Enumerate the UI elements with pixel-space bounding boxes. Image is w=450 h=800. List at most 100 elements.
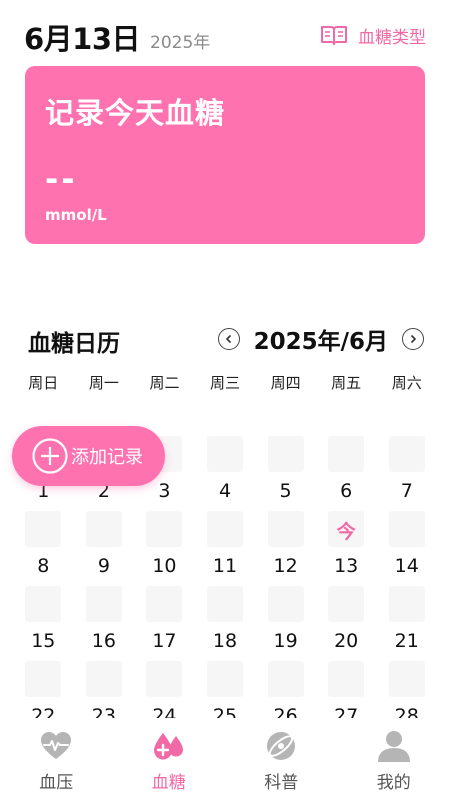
day-record-box[interactable] (25, 661, 62, 697)
calendar-header: 血糖日历 2025年/6月 (28, 322, 424, 357)
day-record-box[interactable] (85, 586, 122, 622)
calendar-day[interactable]: 21 (376, 586, 437, 661)
record-today-card[interactable]: 记录今天血糖 -- mmol/L (25, 66, 425, 244)
tab-label: 血糖 (151, 773, 186, 793)
today-marker: 今 (336, 521, 356, 543)
day-number: 12 (273, 555, 298, 577)
day-number: 21 (394, 630, 419, 652)
day-record-box[interactable] (328, 586, 365, 622)
day-number: 4 (218, 480, 232, 502)
chevron-left-icon (225, 334, 231, 344)
tab-science[interactable]: 科普 (225, 718, 338, 800)
glucose-type-button[interactable]: 血糖类型 (320, 20, 426, 50)
day-record-box[interactable] (85, 511, 122, 547)
calendar-day[interactable]: 8 (13, 511, 74, 586)
calendar-day[interactable]: 19 (255, 586, 316, 661)
bottom-tab-bar: 血压 血糖 科普 我的 (0, 718, 450, 800)
day-record-box[interactable] (25, 586, 62, 622)
add-record-label: 添加记录 (71, 447, 143, 468)
day-record-box[interactable] (207, 511, 244, 547)
weekday-label: 周五 (331, 374, 362, 392)
current-date: 6月13日 (24, 22, 141, 56)
day-record-box[interactable] (388, 586, 425, 622)
tab-label: 我的 (376, 773, 411, 793)
calendar-day[interactable]: 18 (195, 586, 256, 661)
day-record-box[interactable] (146, 511, 183, 547)
day-record-box[interactable] (267, 586, 304, 622)
weekday-label: 周三 (210, 374, 241, 392)
prev-month-button[interactable] (217, 328, 240, 350)
day-number: 18 (212, 630, 238, 652)
day-number: 16 (91, 630, 116, 652)
day-record-box[interactable] (388, 511, 425, 547)
calendar-day[interactable]: 15 (13, 586, 74, 661)
day-record-box[interactable] (25, 511, 62, 547)
calendar-day[interactable]: 11 (195, 511, 256, 586)
day-record-box[interactable] (267, 511, 304, 547)
calendar-title: 血糖日历 (28, 331, 120, 357)
next-month-button[interactable] (402, 328, 424, 350)
day-number: 7 (400, 480, 413, 502)
calendar-week-row: 8 9 10 11 12 今 13 14 (13, 511, 437, 586)
science-orbit-icon (267, 732, 296, 760)
calendar-day[interactable]: 今 13 (316, 511, 377, 586)
tab-blood-pressure[interactable]: 血压 (0, 718, 113, 800)
weekday-row: 周日 周一 周二 周三 周四 周五 周六 (13, 372, 437, 393)
day-record-box[interactable] (267, 436, 304, 472)
calendar-day[interactable]: 6 (316, 436, 377, 511)
plus-circle-icon (32, 438, 68, 474)
day-record-box[interactable] (207, 661, 244, 697)
day-number: 9 (97, 555, 110, 577)
weekday-label: 周一 (88, 374, 119, 392)
calendar-day[interactable]: 10 (134, 511, 195, 586)
calendar-day[interactable]: 7 (376, 436, 437, 511)
weekday-label: 周四 (270, 374, 301, 392)
day-record-box[interactable] (267, 661, 304, 697)
calendar-day[interactable]: 5 (255, 436, 316, 511)
day-number: 10 (152, 555, 177, 577)
weekday-label: 周二 (149, 374, 180, 392)
calendar-day[interactable]: 12 (255, 511, 316, 586)
heart-pulse-icon (41, 732, 72, 759)
calendar-day[interactable]: 14 (376, 511, 437, 586)
blood-drop-icon (153, 733, 183, 760)
day-record-box[interactable] (146, 586, 183, 622)
glucose-value: -- (45, 160, 78, 198)
calendar-day[interactable]: 16 (74, 586, 135, 661)
day-number: 14 (394, 555, 419, 577)
book-icon (321, 26, 347, 45)
day-record-box[interactable] (328, 436, 365, 472)
day-number: 17 (152, 630, 177, 652)
calendar-day[interactable]: 4 (195, 436, 256, 511)
tab-label: 血压 (39, 773, 74, 793)
calendar-day[interactable]: 20 (316, 586, 377, 661)
user-icon (377, 731, 410, 762)
day-record-box[interactable] (388, 661, 425, 697)
day-number: 5 (279, 480, 292, 502)
day-number: 11 (212, 555, 238, 577)
calendar-day[interactable]: 17 (134, 586, 195, 661)
chevron-right-icon (410, 334, 417, 344)
day-record-box[interactable] (388, 436, 425, 472)
day-number: 13 (334, 555, 359, 577)
month-navigator: 2025年/6月 (217, 322, 424, 356)
day-record-box[interactable] (207, 436, 244, 472)
glucose-type-label: 血糖类型 (358, 27, 426, 48)
card-title: 记录今天血糖 (45, 96, 226, 130)
month-label: 2025年/6月 (253, 329, 388, 355)
tab-profile[interactable]: 我的 (338, 718, 450, 800)
day-number: 6 (340, 480, 353, 502)
tab-label: 科普 (264, 773, 299, 793)
header: 6月13日 2025年 血糖类型 (24, 14, 426, 56)
glucose-unit: mmol/L (45, 206, 107, 224)
day-record-box[interactable] (328, 661, 365, 697)
day-record-box[interactable] (85, 661, 122, 697)
day-record-box[interactable] (146, 661, 183, 697)
calendar-week-row: 15 16 17 18 19 20 21 (13, 586, 437, 661)
day-number: 8 (37, 555, 50, 577)
tab-blood-glucose[interactable]: 血糖 (113, 718, 226, 800)
day-record-box[interactable] (207, 586, 244, 622)
calendar-day[interactable]: 9 (74, 511, 135, 586)
add-record-button[interactable]: 添加记录 (12, 426, 165, 486)
weekday-label: 周六 (391, 374, 422, 392)
